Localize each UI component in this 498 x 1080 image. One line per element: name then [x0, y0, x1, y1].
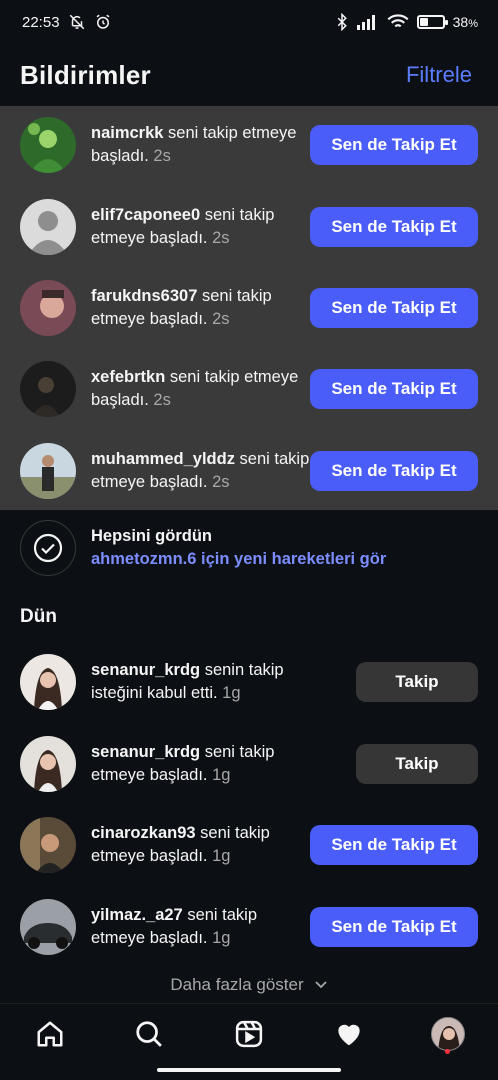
notification-text: elif7caponee0 seni takip etmeye başladı.… — [91, 206, 275, 247]
notification-row[interactable]: naimcrkk seni takip etmeye başladı. 2s S… — [0, 106, 498, 184]
avatar[interactable] — [20, 280, 76, 336]
follow-button[interactable]: Takip — [356, 744, 478, 784]
follow-back-button[interactable]: Sen de Takip Et — [310, 288, 478, 328]
bluetooth-icon — [335, 13, 349, 31]
avatar[interactable] — [20, 654, 76, 710]
home-icon[interactable] — [25, 1009, 75, 1059]
notification-text: xefebrtkn seni takip etmeye başladı. 2s — [91, 368, 299, 409]
notification-row[interactable]: muhammed_ylddz seni takip etmeye başladı… — [0, 432, 498, 510]
follow-back-button[interactable]: Sen de Takip Et — [310, 907, 478, 947]
avatar[interactable] — [20, 117, 76, 173]
follow-back-button[interactable]: Sen de Takip Et — [310, 125, 478, 165]
notification-row[interactable]: cinarozkan93 seni takip etmeye başladı. … — [0, 806, 498, 884]
notification-text: yilmaz._a27 seni takip etmeye başladı. 1… — [91, 906, 258, 947]
avatar[interactable] — [20, 899, 76, 955]
notification-row[interactable]: senanur_krdg seni takip etmeye başladı. … — [0, 725, 498, 803]
follow-back-button[interactable]: Sen de Takip Et — [310, 369, 478, 409]
notification-row[interactable]: xefebrtkn seni takip etmeye başladı. 2s … — [0, 350, 498, 428]
home-indicator[interactable] — [157, 1068, 341, 1072]
alarm-icon — [94, 13, 112, 31]
status-bar: 22:53 38% — [0, 0, 498, 44]
page-title: Bildirimler — [20, 59, 151, 90]
search-icon[interactable] — [124, 1009, 174, 1059]
follow-button[interactable]: Takip — [356, 662, 478, 702]
signal-icon — [356, 14, 379, 30]
filter-button[interactable]: Filtrele — [406, 62, 472, 88]
mute-bell-icon — [68, 13, 86, 31]
avatar[interactable] — [20, 361, 76, 417]
avatar[interactable] — [20, 817, 76, 873]
notification-dot — [445, 1048, 451, 1054]
avatar[interactable] — [20, 736, 76, 792]
avatar[interactable] — [20, 443, 76, 499]
show-more-label: Daha fazla göster — [170, 975, 304, 994]
notification-row[interactable]: farukdns6307 seni takip etmeye başladı. … — [0, 269, 498, 347]
seen-all-title: Hepsini gördün — [91, 527, 212, 545]
check-circle-icon — [20, 520, 76, 576]
follow-back-button[interactable]: Sen de Takip Et — [310, 825, 478, 865]
wifi-icon — [387, 14, 409, 30]
profile-avatar[interactable] — [423, 1009, 473, 1059]
notification-text: senanur_krdg senin takip isteğini kabul … — [91, 661, 284, 702]
notification-text: cinarozkan93 seni takip etmeye başladı. … — [91, 824, 270, 865]
follow-back-button[interactable]: Sen de Takip Et — [310, 451, 478, 491]
notification-row[interactable]: elif7caponee0 seni takip etmeye başladı.… — [0, 188, 498, 266]
notification-text: muhammed_ylddz seni takip etmeye başladı… — [91, 450, 310, 491]
reels-icon[interactable] — [224, 1009, 274, 1059]
see-new-activity-link[interactable]: ahmetozmn.6 için yeni hareketleri gör — [91, 550, 386, 569]
clock: 22:53 — [22, 13, 60, 31]
header: Bildirimler Filtrele — [0, 44, 498, 106]
show-more-button[interactable]: Daha fazla göster — [0, 975, 498, 995]
chevron-down-icon — [314, 975, 328, 995]
bottom-nav — [0, 1003, 498, 1063]
follow-back-button[interactable]: Sen de Takip Et — [310, 207, 478, 247]
seen-all-section: Hepsini gördün ahmetozmn.6 için yeni har… — [0, 510, 498, 590]
notification-text: naimcrkk seni takip etmeye başladı. 2s — [91, 124, 297, 165]
notification-text: farukdns6307 seni takip etmeye başladı. … — [91, 287, 272, 328]
battery-percent: 38% — [452, 14, 478, 30]
avatar[interactable] — [20, 199, 76, 255]
avatar — [431, 1016, 466, 1051]
new-notifications: naimcrkk seni takip etmeye başladı. 2s S… — [0, 106, 498, 510]
heart-icon[interactable] — [324, 1009, 374, 1059]
notification-text: senanur_krdg seni takip etmeye başladı. … — [91, 743, 275, 784]
section-title-yesterday: Dün — [20, 606, 57, 627]
notification-row[interactable]: yilmaz._a27 seni takip etmeye başladı. 1… — [0, 888, 498, 966]
battery-icon — [416, 15, 448, 29]
notification-row[interactable]: senanur_krdg senin takip isteğini kabul … — [0, 643, 498, 721]
